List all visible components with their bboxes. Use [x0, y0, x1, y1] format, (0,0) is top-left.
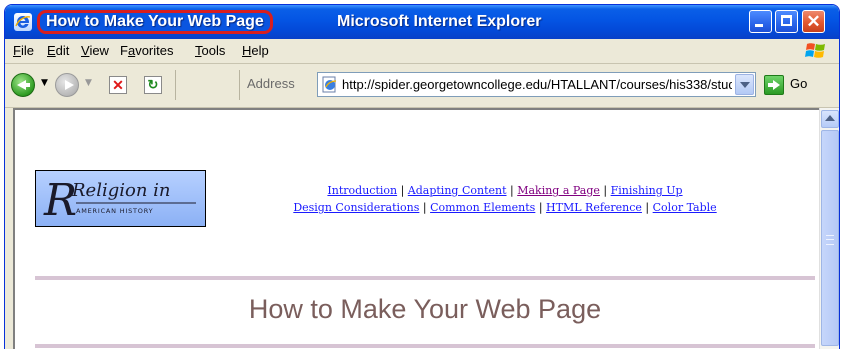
menu-help[interactable]: Help — [242, 43, 269, 58]
back-dropdown-icon[interactable]: ▼ — [41, 78, 48, 88]
address-dropdown-button[interactable] — [735, 74, 754, 95]
minimize-button[interactable] — [749, 10, 772, 33]
menu-file[interactable]: File — [13, 43, 34, 58]
toolbar: ▼ ▼ ✕ ↻ Address Go — [5, 64, 839, 108]
page-icon — [321, 76, 338, 93]
forward-button[interactable] — [55, 73, 79, 97]
maximize-button[interactable] — [775, 10, 798, 33]
refresh-icon: ↻ — [147, 77, 159, 92]
window-title-page: How to Make Your Web Page — [46, 13, 264, 30]
vertical-scrollbar[interactable] — [819, 108, 839, 349]
title-highlight: How to Make Your Web Page — [37, 10, 273, 34]
nav-link-making-a-page[interactable]: Making a Page — [517, 184, 600, 197]
scroll-grip-icon — [826, 235, 834, 245]
menu-tools[interactable]: Tools — [195, 43, 225, 58]
nav-link-adapting-content[interactable]: Adapting Content — [408, 184, 507, 197]
site-navigation: Introduction | Adapting Content | Making… — [265, 182, 745, 216]
back-button[interactable] — [11, 73, 35, 97]
horizontal-rule — [35, 344, 815, 348]
site-logo[interactable]: R Religion in AMERICAN HISTORY — [35, 170, 206, 227]
nav-link-design-considerations[interactable]: Design Considerations — [293, 201, 419, 214]
address-input[interactable] — [342, 73, 732, 96]
stop-button[interactable]: ✕ — [109, 76, 127, 94]
horizontal-rule — [35, 276, 815, 280]
menu-edit[interactable]: Edit — [47, 43, 69, 58]
browser-window: How to Make Your Web Page Microsoft Inte… — [4, 4, 840, 349]
page-heading: How to Make Your Web Page — [248, 294, 602, 324]
maximize-icon — [781, 15, 792, 26]
scroll-up-button[interactable] — [821, 110, 839, 128]
menu-favorites[interactable]: Favorites — [120, 43, 173, 58]
window-title-app: Microsoft Internet Explorer — [337, 13, 542, 30]
close-icon: ✕ — [806, 12, 821, 31]
nav-link-introduction[interactable]: Introduction — [327, 184, 397, 197]
nav-row-2: Design Considerations | Common Elements … — [293, 201, 717, 214]
nav-link-html-reference[interactable]: HTML Reference — [546, 201, 642, 214]
minimize-icon — [755, 24, 763, 27]
nav-link-finishing-up[interactable]: Finishing Up — [611, 184, 683, 197]
title-bar[interactable]: How to Make Your Web Page Microsoft Inte… — [5, 5, 839, 39]
ie-app-icon[interactable] — [14, 13, 32, 31]
go-button[interactable]: Go — [790, 76, 807, 91]
svg-text:Religion in: Religion in — [71, 180, 171, 201]
forward-dropdown-icon[interactable]: ▼ — [85, 78, 92, 88]
windows-logo-icon — [805, 42, 827, 60]
nav-link-color-table[interactable]: Color Table — [653, 201, 717, 214]
nav-link-common-elements[interactable]: Common Elements — [430, 201, 535, 214]
go-arrow-icon[interactable] — [764, 75, 784, 95]
refresh-button[interactable]: ↻ — [144, 76, 162, 94]
page-content: R Religion in AMERICAN HISTORY Introduct… — [13, 108, 819, 349]
menu-view[interactable]: View — [81, 43, 109, 58]
svg-text:AMERICAN HISTORY: AMERICAN HISTORY — [76, 207, 153, 215]
address-bar[interactable] — [317, 72, 756, 97]
stop-icon: ✕ — [112, 77, 124, 93]
address-label: Address — [247, 76, 295, 91]
toolbar-separator — [175, 70, 176, 100]
toolbar-separator — [239, 70, 240, 100]
menu-bar: File Edit View Favorites Tools Help — [5, 39, 839, 64]
close-button[interactable]: ✕ — [802, 10, 825, 33]
scroll-thumb[interactable] — [821, 130, 839, 346]
nav-row-1: Introduction | Adapting Content | Making… — [327, 184, 683, 197]
